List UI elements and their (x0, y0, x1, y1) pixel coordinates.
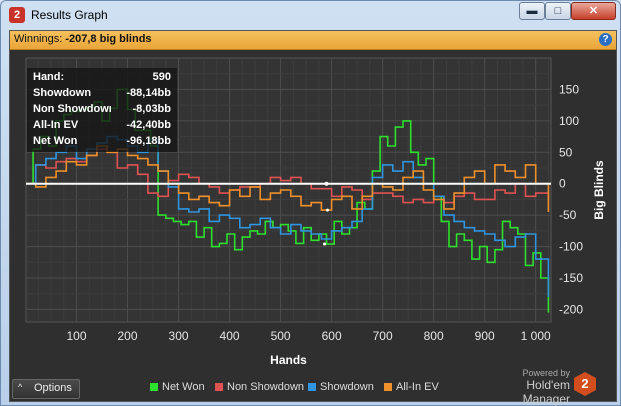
close-button[interactable]: ✕ (571, 2, 616, 20)
x-axis-label: Hands (270, 353, 307, 367)
y-tick-label: -50 (559, 208, 577, 222)
legend-swatch (308, 383, 316, 391)
stat-label: Hand: (33, 71, 65, 83)
chevron-up-icon: ^ (18, 382, 23, 392)
legend-swatch (150, 383, 158, 391)
brand-name: Hold'em Manager (522, 378, 570, 406)
legend-label: Showdown (320, 381, 374, 393)
x-tick-label: 500 (271, 329, 291, 343)
x-tick-label: 300 (169, 329, 189, 343)
legend-label: All-In EV (396, 381, 439, 393)
x-tick-label: 800 (424, 329, 444, 343)
x-tick-label: 900 (475, 329, 495, 343)
stat-value: -42,40bb (126, 119, 171, 131)
minimize-icon: ▬ (526, 5, 538, 17)
title-bar[interactable]: 2 Results Graph ▬ □ ✕ (1, 1, 620, 29)
x-tick-label: 700 (373, 329, 393, 343)
close-icon: ✕ (588, 5, 599, 17)
stat-label: Net Won (33, 135, 78, 147)
legend-label: Non Showdown (227, 381, 305, 393)
hover-marker (324, 181, 329, 186)
stat-value: 590 (152, 71, 171, 83)
maximize-icon: □ (554, 5, 562, 17)
powered-by-text: Powered by (522, 368, 570, 378)
y-tick-label: -150 (559, 271, 583, 285)
x-tick-label: 400 (220, 329, 240, 343)
graph-panel: Winnings: -207,8 big blinds ? 150 100 50 0-… (9, 30, 617, 406)
maximize-button[interactable]: □ (545, 2, 571, 20)
y-tick-label: -200 (559, 302, 583, 316)
winnings-label: Winnings: (14, 33, 63, 45)
stat-label: Showdown (33, 87, 92, 99)
y-axis-label: Big Blinds (592, 160, 606, 220)
stat-value: -8,03bb (132, 103, 171, 115)
stat-label: Non Showdown (33, 103, 111, 115)
legend-label: Net Won (162, 381, 205, 393)
y-tick-label: 100 (559, 114, 579, 128)
x-tick-label: 200 (118, 329, 138, 343)
y-tick-label: -100 (559, 240, 583, 254)
legend-swatch (215, 383, 223, 391)
stat-row: Showdown -88,14bb (27, 86, 177, 102)
legend-swatch (384, 383, 392, 391)
y-tick-label: 0 (559, 177, 566, 191)
stat-row: All-In EV -42,40bb (27, 118, 177, 134)
stat-label: All-In EV (33, 119, 79, 131)
hover-marker (323, 242, 327, 246)
winnings-text: Winnings: -207,8 big blinds (14, 33, 152, 45)
x-tick-label: 1 000 (521, 329, 551, 343)
winnings-value: -207,8 big blinds (65, 33, 152, 45)
app-logo-icon: 2 (9, 7, 25, 23)
minimize-button[interactable]: ▬ (519, 2, 545, 20)
x-tick-label: 100 (66, 329, 86, 343)
results-graph-window: 2 Results Graph ▬ □ ✕ Winnings: -207,8 b… (0, 0, 621, 406)
x-tick-label: 600 (322, 329, 342, 343)
stat-value: -96,18bb (126, 135, 171, 147)
stat-row: Net Won -96,18bb (27, 134, 177, 150)
stat-row: Non Showdown -8,03bb (27, 102, 177, 118)
options-button[interactable]: ^ Options (12, 379, 80, 399)
stat-row: Hand: 590 (27, 70, 177, 86)
hand-stats-tooltip: Hand: 590 Showdown -88,14bb Non Showdown -8… (27, 68, 177, 152)
hover-marker (326, 208, 330, 212)
y-tick-label: 50 (559, 145, 573, 159)
help-icon[interactable]: ? (599, 33, 612, 46)
stat-value: -88,14bb (126, 87, 171, 99)
options-label: Options (34, 382, 72, 394)
window-title: Results Graph (31, 8, 108, 22)
y-tick-label: 150 (559, 82, 579, 96)
winnings-bar: Winnings: -207,8 big blinds ? (10, 31, 616, 50)
